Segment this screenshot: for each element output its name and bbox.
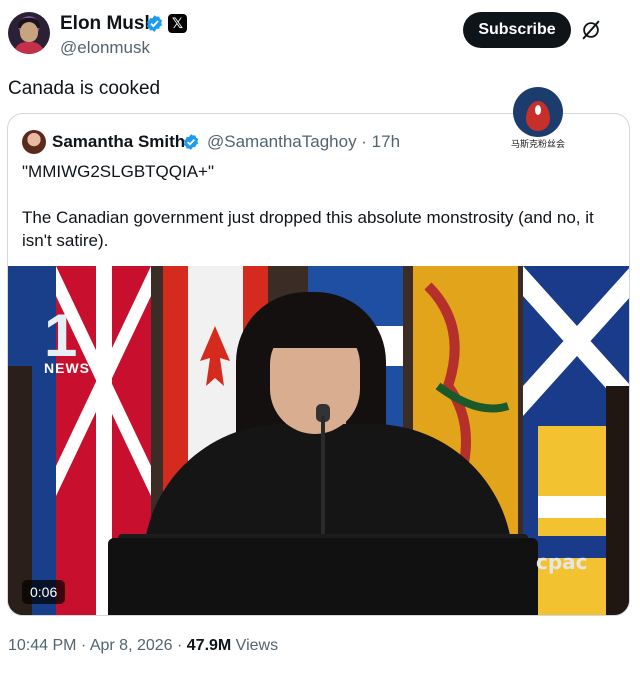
video-player[interactable]: 1 NEWS cpac 0:06 [8,266,629,615]
quoted-author-name[interactable]: Samantha Smith [52,131,185,153]
author-handle[interactable]: @elonmusk [60,37,150,59]
quoted-author-avatar[interactable] [22,130,46,154]
subscribe-button[interactable]: Subscribe [463,12,571,48]
tweet-text: Canada is cooked [8,78,161,99]
grok-icon[interactable] [580,19,602,41]
watermark-logo: 马斯克粉丝会 [508,87,568,150]
quoted-tweet-line1: "MMIWG2SLGBTQQIA+" [22,162,215,181]
microphone-stand [321,416,325,538]
tweet-timestamp[interactable]: 10:44 PM · Apr 8, 2026 · [8,637,187,654]
verified-badge-icon [146,15,163,32]
author-name[interactable]: Elon Musk [60,12,155,36]
quoted-tweet-card[interactable]: Samantha Smith @SamanthaTaghoy · 17h "MM… [7,113,630,616]
views-label: Views [231,637,279,654]
x-logo-icon: 𝕏 [168,14,187,33]
podium [108,538,538,615]
verified-badge-icon [183,134,199,150]
video-duration-badge: 0:06 [22,580,66,604]
quoted-author-handle-time[interactable]: @SamanthaTaghoy · 17h [207,131,400,153]
views-count: 47.9M [186,637,232,654]
tweet-meta: 10:44 PM · Apr 8, 2026 · 47.9M Views [8,635,278,657]
news-channel-logo: 1 NEWS [44,302,90,377]
network-logo: cpac [536,550,588,574]
quoted-tweet-body: The Canadian government just dropped thi… [22,208,594,250]
author-avatar[interactable] [8,12,50,54]
